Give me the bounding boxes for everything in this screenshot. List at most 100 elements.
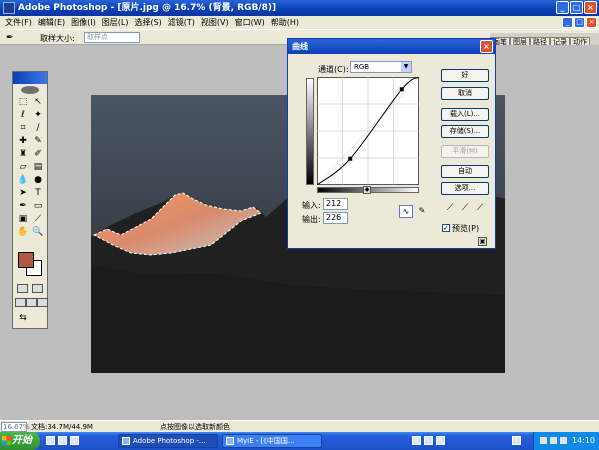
tray-network-icon[interactable]	[540, 437, 547, 444]
clock: 14:10	[571, 436, 595, 445]
history-brush-tool-icon[interactable]: ✐	[32, 148, 44, 160]
menu-image[interactable]: 图像(I)	[68, 17, 99, 28]
screen-mode-full-menu-button[interactable]	[26, 298, 37, 307]
standard-mode-button[interactable]	[17, 284, 28, 293]
gradient-toggle-button[interactable]: ◆	[363, 186, 371, 194]
eyedropper-preset-icon[interactable]: ✒	[6, 32, 28, 44]
input-label: 输入:	[302, 201, 321, 210]
screen-mode-full-button[interactable]	[37, 298, 48, 307]
curve-control-point[interactable]	[348, 156, 353, 161]
network-icon[interactable]	[512, 436, 521, 445]
photoshop-task-icon	[122, 437, 130, 445]
photoshop-app-icon	[3, 2, 15, 14]
sample-size-select[interactable]: 取样点	[84, 32, 140, 43]
foreground-color-swatch[interactable]	[18, 252, 34, 268]
white-eyedropper-icon[interactable]: ⟋	[475, 202, 485, 214]
blur-tool-icon[interactable]: 💧	[17, 174, 29, 186]
brush-tool-icon[interactable]: ✎	[32, 135, 44, 147]
curve-tool-icon[interactable]: ∿	[399, 205, 413, 218]
hand-tool-icon[interactable]: ✋	[17, 226, 29, 238]
menu-help[interactable]: 帮助(H)	[268, 17, 302, 28]
output-gradient-bar	[306, 78, 314, 185]
save-button[interactable]: 存储(S)...	[441, 125, 489, 138]
menu-filter[interactable]: 滤镜(T)	[165, 17, 198, 28]
jump-to-imageready-icon[interactable]: ⇆	[17, 312, 29, 324]
eraser-tool-icon[interactable]: ▱	[17, 161, 29, 173]
gradient-tool-icon[interactable]: ▤	[32, 161, 44, 173]
cancel-button[interactable]: 取消	[441, 87, 489, 100]
taskbar-item-myie-label: MyIE - [《中国国...	[237, 437, 295, 445]
channel-select-value: RGB	[354, 63, 370, 71]
taskbar-item-photoshop[interactable]: Adobe Photoshop -...	[118, 434, 218, 448]
taskbar: 开始 Adobe Photoshop -... MyIE - [《中国国... …	[0, 432, 599, 450]
healing-brush-tool-icon[interactable]: ✚	[17, 135, 29, 147]
output-label: 输出:	[302, 215, 321, 224]
system-tray: 14:10	[533, 432, 599, 450]
menu-edit[interactable]: 编辑(E)	[35, 17, 68, 28]
window-title: Adobe Photoshop - [原片.jpg @ 16.7% (背景, R…	[18, 3, 277, 13]
input-field[interactable]: 212	[323, 198, 348, 210]
minimize-button[interactable]: _	[556, 1, 569, 14]
zoom-level-field[interactable]: 16.67%	[1, 422, 30, 432]
quick-launch-desktop-icon[interactable]	[58, 436, 67, 445]
output-field[interactable]: 226	[323, 212, 348, 224]
preview-checkbox[interactable]: ✓	[442, 224, 450, 232]
tray-volume-icon[interactable]	[550, 437, 557, 444]
zoom-tool-icon[interactable]: 🔍	[32, 226, 44, 238]
sample-size-label: 取样大小:	[40, 34, 75, 43]
curve-graph[interactable]	[317, 77, 419, 185]
pen-tool-icon[interactable]: ✒	[17, 200, 29, 212]
menu-view[interactable]: 视图(V)	[198, 17, 232, 28]
menu-select[interactable]: 选择(S)	[131, 17, 164, 28]
menu-layer[interactable]: 图层(L)	[99, 17, 132, 28]
start-button[interactable]: 开始	[0, 432, 40, 450]
curves-dialog-title-bar[interactable]: 曲线 ×	[288, 39, 495, 54]
notes-tool-icon[interactable]: ▣	[17, 213, 29, 225]
toolbox-header[interactable]	[13, 72, 47, 84]
app-title-bar: Adobe Photoshop - [原片.jpg @ 16.7% (背景, R…	[0, 0, 599, 16]
screen-mode-standard-button[interactable]	[15, 298, 26, 307]
tray-security-icon[interactable]	[560, 437, 567, 444]
channel-select[interactable]: RGB ▼	[350, 61, 412, 73]
curves-dialog: 曲线 × 通道(C): RGB ▼ ◆ 输入: 212 输出: 226 ∿ ✎ …	[287, 38, 496, 249]
input-method-icon[interactable]	[424, 436, 433, 445]
close-button[interactable]: ×	[584, 1, 597, 14]
eyedropper-tool-icon[interactable]: ⟋	[32, 213, 44, 225]
doc-close-button[interactable]: ×	[586, 17, 597, 28]
curve-control-point[interactable]	[399, 87, 404, 92]
magic-wand-tool-icon[interactable]: ✦	[32, 109, 44, 121]
crop-tool-icon[interactable]: ⌗	[17, 122, 29, 134]
curves-close-button[interactable]: ×	[480, 40, 493, 53]
lasso-tool-icon[interactable]: ℓ	[17, 109, 29, 121]
slice-tool-icon[interactable]: ∕	[32, 122, 44, 134]
doc-restore-button[interactable]: □	[574, 17, 585, 28]
black-eyedropper-icon[interactable]: ⟋	[445, 202, 455, 214]
load-button[interactable]: 载入(L)...	[441, 108, 489, 121]
marquee-tool-icon[interactable]: ⬚	[17, 96, 29, 108]
clone-stamp-tool-icon[interactable]: ♜	[17, 148, 29, 160]
move-tool-icon[interactable]: ↖	[32, 96, 44, 108]
auto-button[interactable]: 自动	[441, 165, 489, 178]
quick-launch-explorer-icon[interactable]	[70, 436, 79, 445]
options-button[interactable]: 选项...	[441, 182, 489, 195]
type-tool-icon[interactable]: T	[32, 187, 44, 199]
maximize-button[interactable]: □	[570, 1, 583, 14]
doc-minimize-button[interactable]: _	[562, 17, 573, 28]
pencil-tool-icon[interactable]: ✎	[415, 205, 429, 218]
chevron-down-icon: ▼	[401, 62, 411, 72]
language-bar-icon[interactable]	[412, 436, 421, 445]
taskbar-item-myie[interactable]: MyIE - [《中国国...	[222, 434, 322, 448]
path-selection-tool-icon[interactable]: ➤	[17, 187, 29, 199]
menu-window[interactable]: 窗口(W)	[232, 17, 268, 28]
quick-mask-mode-button[interactable]	[32, 284, 43, 293]
expand-dialog-button[interactable]: ▣	[478, 237, 487, 246]
smooth-button[interactable]: 平滑(M)	[441, 145, 489, 158]
dodge-tool-icon[interactable]: ●	[32, 174, 44, 186]
help-icon[interactable]	[436, 436, 445, 445]
preview-label: 预览(P)	[452, 224, 480, 233]
quick-launch-ie-icon[interactable]	[46, 436, 55, 445]
menu-file[interactable]: 文件(F)	[2, 17, 35, 28]
gray-eyedropper-icon[interactable]: ⟋	[460, 202, 470, 214]
ok-button[interactable]: 好	[441, 69, 489, 82]
rectangle-tool-icon[interactable]: ▭	[32, 200, 44, 212]
